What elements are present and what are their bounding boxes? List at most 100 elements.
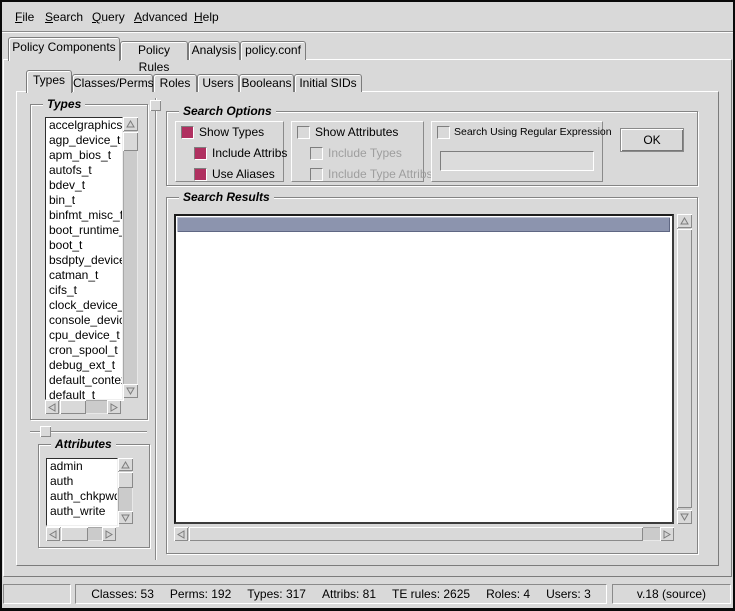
tab-initial-sids[interactable]: Initial SIDs [294,74,362,92]
scroll-down-icon[interactable] [677,510,692,524]
left-panel-sash-handle[interactable] [40,426,51,437]
types-list-item[interactable]: debug_ext_t [46,358,122,373]
regex-checkbox[interactable] [437,126,450,139]
show-attributes-label[interactable]: Show Attributes [315,125,398,139]
scroll-left-icon[interactable] [174,527,188,541]
stat-item: Attribs: 81 [322,585,376,603]
attributes-list-item[interactable]: auth_write [47,504,117,519]
attributes-vscroll-thumb[interactable] [118,472,133,488]
tab-policy-components[interactable]: Policy Components [8,37,120,61]
include-attribs-checkbox[interactable] [194,147,207,160]
types-list-item[interactable]: bin_t [46,193,122,208]
attributes-list-item[interactable]: auth [47,474,117,489]
menu-query[interactable]: Query [92,10,125,24]
include-types-label: Include Types [328,146,402,160]
types-list-item[interactable]: clock_device_t [46,298,122,313]
types-list-item[interactable]: catman_t [46,268,122,283]
types-list-item[interactable]: cpu_device_t [46,328,122,343]
main-panel-sash[interactable] [155,98,157,560]
menu-advanced[interactable]: Advanced [134,10,187,24]
search-options-title: Search Options [179,104,276,118]
attributes-list-item[interactable]: admin [47,459,117,474]
tab-classes-perms[interactable]: Classes/Perms [72,74,153,92]
scroll-left-icon[interactable] [45,400,59,414]
scroll-up-icon[interactable] [123,117,138,131]
tab-users[interactable]: Users [197,74,239,92]
policy-stats: Classes: 53Perms: 192Types: 317Attribs: … [76,585,606,603]
tab-types[interactable]: Types [26,70,72,93]
menu-help[interactable]: Help [194,10,219,24]
menu-help-hotkey: H [194,10,203,24]
types-vscrollbar[interactable] [123,117,138,398]
stat-item: TE rules: 2625 [392,585,470,603]
results-hscrollbar[interactable] [174,527,674,541]
types-list-item[interactable]: bdev_t [46,178,122,193]
types-list-item[interactable]: boot_runtime_t [46,223,122,238]
types-list-item[interactable]: cron_spool_t [46,343,122,358]
regex-input[interactable] [440,151,594,171]
show-types-label[interactable]: Show Types [199,125,264,139]
menu-bar: File Search Query Advanced Help [2,2,733,31]
types-list-item[interactable]: agp_device_t [46,133,122,148]
types-list-item[interactable]: default_t [46,388,122,400]
stat-item: Types: 317 [247,585,306,603]
results-textarea[interactable] [174,214,674,524]
menu-file[interactable]: File [15,10,34,24]
main-panel-sash-handle[interactable] [150,100,161,111]
show-attributes-checkbox[interactable] [297,126,310,139]
attributes-hscroll-thumb[interactable] [61,527,88,541]
scroll-right-icon[interactable] [107,400,121,414]
menu-search-hotkey: S [45,10,53,24]
search-results-title: Search Results [179,190,274,204]
attributes-groupbox-title: Attributes [51,437,116,451]
types-list-item[interactable]: binfmt_misc_fs [46,208,122,223]
menu-query-hotkey: Q [92,10,101,24]
policy-version: v.18 (source) [613,585,730,603]
scroll-down-icon[interactable] [118,511,133,524]
attributes-hscrollbar[interactable] [46,527,116,541]
types-list-item[interactable]: cifs_t [46,283,122,298]
include-type-attribs-label: Include Type Attribs [328,167,433,181]
scroll-up-icon[interactable] [118,458,133,471]
types-hscrollbar[interactable] [45,400,121,414]
menu-advanced-rest: dvanced [142,10,187,24]
results-selection-bar [177,217,670,232]
attributes-listbox[interactable]: adminauthauth_chkpwdauth_write [46,458,118,526]
results-vscroll-thumb[interactable] [677,229,692,508]
tab-booleans[interactable]: Booleans [239,74,294,92]
types-list-item[interactable]: apm_bios_t [46,148,122,163]
scroll-down-icon[interactable] [123,384,138,398]
regex-label[interactable]: Search Using Regular Expression [454,126,612,138]
scroll-left-icon[interactable] [46,527,60,541]
attributes-vscrollbar[interactable] [118,458,133,524]
types-list-item[interactable]: bsdpty_device_ [46,253,122,268]
results-hscroll-thumb[interactable] [189,527,643,541]
include-attribs-label[interactable]: Include Attribs [212,146,287,160]
scroll-right-icon[interactable] [660,527,674,541]
scroll-right-icon[interactable] [102,527,116,541]
menu-advanced-hotkey: A [134,10,142,24]
types-list-item[interactable]: default_context [46,373,122,388]
menu-search[interactable]: Search [45,10,83,24]
types-groupbox-title: Types [43,97,85,111]
types-vscroll-thumb[interactable] [123,132,138,151]
results-vscrollbar[interactable] [677,214,692,524]
tab-policy-rules[interactable]: Policy Rules [120,41,188,60]
tab-analysis[interactable]: Analysis [188,41,240,60]
types-hscroll-thumb[interactable] [60,400,86,414]
types-list-item[interactable]: autofs_t [46,163,122,178]
attributes-list-item[interactable]: auth_chkpwd [47,489,117,504]
ok-button[interactable]: OK [620,128,684,152]
scroll-up-icon[interactable] [677,214,692,228]
show-types-checkbox[interactable] [181,126,194,139]
tab-roles[interactable]: Roles [153,74,197,92]
menu-search-rest: earch [53,10,83,24]
types-list-item[interactable]: boot_t [46,238,122,253]
tab-policy-conf[interactable]: policy.conf [240,41,306,60]
types-listbox[interactable]: accelgraphics_eagp_device_tapm_bios_taut… [45,117,123,400]
use-aliases-checkbox[interactable] [194,168,207,181]
menu-help-rest: elp [203,10,219,24]
types-list-item[interactable]: accelgraphics_e [46,118,122,133]
types-list-item[interactable]: console_device_ [46,313,122,328]
use-aliases-label[interactable]: Use Aliases [212,167,275,181]
